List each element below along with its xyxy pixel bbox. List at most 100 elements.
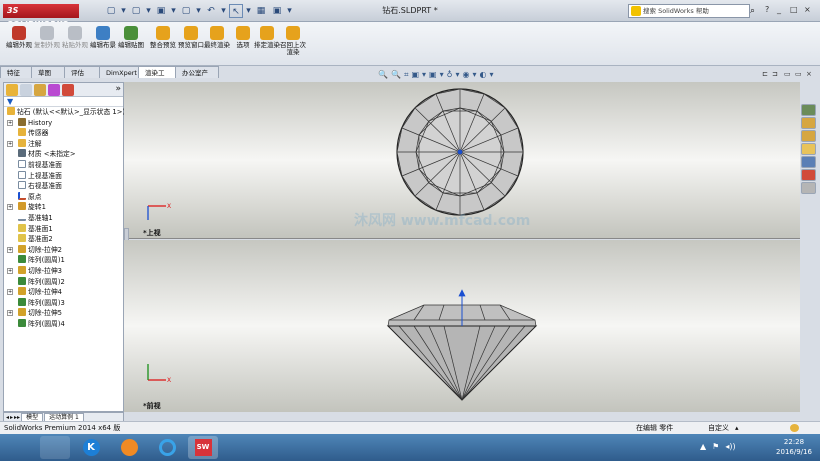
browser-taskbar-icon[interactable] [114, 436, 144, 459]
units-dropdown-icon[interactable]: ▴ [735, 422, 739, 434]
integrated-preview-button[interactable]: 整合预览 [150, 26, 176, 64]
final-render-button[interactable]: 最终渲染 [204, 26, 230, 64]
appearances-scenes-icon[interactable] [801, 169, 816, 181]
hide-show-items-icon[interactable]: ♁ [447, 70, 453, 82]
tree-item-plane2[interactable]: 基准面2 [4, 234, 123, 245]
tree-item-axis1[interactable]: 基准轴1 [4, 213, 123, 224]
edit-decal-button[interactable]: 编辑贴图 [118, 26, 144, 64]
folder-icon[interactable] [801, 143, 816, 155]
property-manager-tab-icon[interactable] [20, 84, 32, 96]
tree-item-cut-extrude2[interactable]: + 切除-拉伸2 [4, 244, 123, 256]
configuration-manager-tab-icon[interactable] [34, 84, 46, 96]
tree-item-circular-pattern1[interactable]: 阵列(圆周)1 [4, 255, 123, 266]
expand-toggle[interactable]: + [7, 204, 13, 211]
tab-features[interactable]: 特征 [0, 66, 32, 78]
file-manager-taskbar-icon[interactable] [40, 436, 70, 459]
preview-window-button[interactable]: 预览窗口 [178, 26, 204, 64]
zoom-to-area-icon[interactable]: 🔍 [391, 70, 401, 82]
tree-item-circular-pattern3[interactable]: 阵列(圆周)3 [4, 297, 123, 309]
file-explorer-icon[interactable] [801, 130, 816, 142]
viewport-split-left-icon[interactable]: ⊏ [762, 70, 768, 78]
tab-scroll-right-icon[interactable]: ▸ [10, 414, 13, 421]
tree-item-material[interactable]: 材质 <未指定> [4, 149, 123, 160]
dimxpert-manager-tab-icon[interactable] [48, 84, 60, 96]
tree-item-cut-extrude4[interactable]: + 切除-拉伸4 [4, 287, 123, 298]
tree-item-circular-pattern2[interactable]: 阵列(圆周)2 [4, 276, 123, 288]
feature-manager-tab-icon[interactable] [6, 84, 18, 96]
display-manager-tab-icon[interactable] [62, 84, 74, 96]
solidworks-taskbar-icon[interactable]: SW [188, 436, 218, 459]
tree-item-history[interactable]: + History [4, 117, 123, 129]
viewport-front[interactable]: X *前视 沐风网 www.mfcad.com [124, 213, 800, 412]
tree-item-circular-pattern4[interactable]: 阵列(圆周)4 [4, 318, 123, 330]
paste-appearance-button[interactable]: 粘贴外观 [62, 26, 88, 64]
viewport-restore-icon[interactable]: ▭ [784, 70, 791, 78]
help-question-icon[interactable]: ? [765, 5, 769, 14]
filter-icon[interactable]: ▼ [4, 97, 123, 107]
viewport-close-icon[interactable]: × [806, 70, 812, 78]
tree-item-cut-extrude5[interactable]: + 切除-拉伸5 [4, 308, 123, 319]
solidworks-resources-icon[interactable] [801, 104, 816, 116]
volume-icon[interactable]: ◂)) [725, 442, 735, 451]
expand-toggle[interactable]: + [7, 267, 13, 274]
status-units[interactable]: 自定义 [708, 422, 729, 434]
expand-toggle[interactable]: + [7, 140, 13, 147]
expand-toggle[interactable]: + [7, 310, 13, 317]
help-search-input[interactable]: 搜索 SolidWorks 帮助 [628, 4, 750, 18]
render-options-button[interactable]: 选项 [230, 26, 256, 64]
expand-panel-icon[interactable]: » [115, 84, 121, 96]
view-palette-icon[interactable] [801, 156, 816, 168]
tab-evaluate[interactable]: 评估 [64, 66, 100, 78]
display-style-dropdown-icon[interactable]: ▾ [440, 70, 444, 82]
minimize-button[interactable]: _ [777, 5, 781, 14]
copy-appearance-button[interactable]: 复制外观 [34, 26, 60, 64]
hide-show-dropdown-icon[interactable]: ▾ [455, 70, 459, 82]
viewport-maximize-icon[interactable]: ▭ [795, 70, 802, 78]
tree-root-part[interactable]: 钻石 (默认<<默认>_显示状态 1>) [4, 107, 125, 118]
sensor-icon [18, 128, 26, 137]
tab-render-tools[interactable]: 渲染工具 [138, 66, 176, 89]
rebuild-status-icon[interactable] [790, 424, 799, 432]
tab-scroll-end-icon[interactable]: ▸▸ [14, 414, 20, 421]
tab-scroll-left-icon[interactable]: ◂ [6, 414, 9, 421]
expand-toggle[interactable]: + [7, 246, 13, 253]
maximize-button[interactable]: □ [790, 5, 798, 14]
tree-item-plane1[interactable]: 基准面1 [4, 223, 123, 235]
tab-dimxpert[interactable]: DimXpert [99, 66, 139, 78]
tree-item-sensors[interactable]: 传感器 [4, 128, 123, 139]
taskbar-clock[interactable]: 22:28 2016/9/16 [770, 437, 818, 457]
tree-item-top-plane[interactable]: 上视基准面 [4, 170, 123, 182]
expand-toggle[interactable]: + [7, 289, 13, 296]
design-library-icon[interactable] [801, 117, 816, 129]
expand-toggle[interactable]: + [7, 119, 13, 126]
tray-expand-icon[interactable]: ▲ [700, 442, 706, 451]
viewport-split-right-icon[interactable]: ⊐ [772, 70, 778, 78]
scene-dropdown-icon[interactable]: ▾ [489, 70, 493, 82]
section-view-icon[interactable]: ▣ [411, 70, 419, 82]
tree-item-right-plane[interactable]: 右视基准面 [4, 181, 123, 192]
action-center-icon[interactable]: ⚑ [712, 442, 719, 451]
tab-office-products[interactable]: 办公室产品 [175, 66, 219, 89]
tab-sketch[interactable]: 草图 [31, 66, 65, 78]
tree-item-annotations[interactable]: + 注解 [4, 138, 123, 150]
display-style-icon[interactable]: ▣ [429, 70, 437, 82]
view-orientation-dropdown-icon[interactable]: ▾ [422, 70, 426, 82]
edit-appearance-view-icon[interactable]: ◉ [462, 70, 469, 82]
recall-last-render-button[interactable]: 召回上次渲染 [280, 26, 306, 64]
internet-explorer-taskbar-icon[interactable] [152, 436, 182, 459]
search-icon[interactable]: ⌕ [750, 4, 762, 18]
apply-scene-icon[interactable]: ◐ [479, 70, 486, 82]
zoom-to-fit-icon[interactable]: 🔍 [378, 70, 388, 82]
schedule-render-button[interactable]: 排定渲染 [254, 26, 280, 64]
tree-item-revolve1[interactable]: + 旋转1 [4, 202, 123, 213]
custom-properties-icon[interactable] [801, 182, 816, 194]
close-button[interactable]: × [804, 5, 811, 14]
tree-item-cut-extrude3[interactable]: + 切除-拉伸3 [4, 265, 123, 277]
appearance-dropdown-icon[interactable]: ▾ [472, 70, 476, 82]
k-app-taskbar-icon[interactable]: K [76, 436, 106, 459]
tree-item-origin[interactable]: 原点 [4, 191, 123, 203]
previous-view-icon[interactable]: ⌗ [404, 70, 409, 82]
tree-item-front-plane[interactable]: 前视基准面 [4, 159, 123, 171]
edit-appearance-button[interactable]: 编辑外观 [6, 26, 32, 64]
edit-scene-button[interactable]: 编辑布景 [90, 26, 116, 64]
